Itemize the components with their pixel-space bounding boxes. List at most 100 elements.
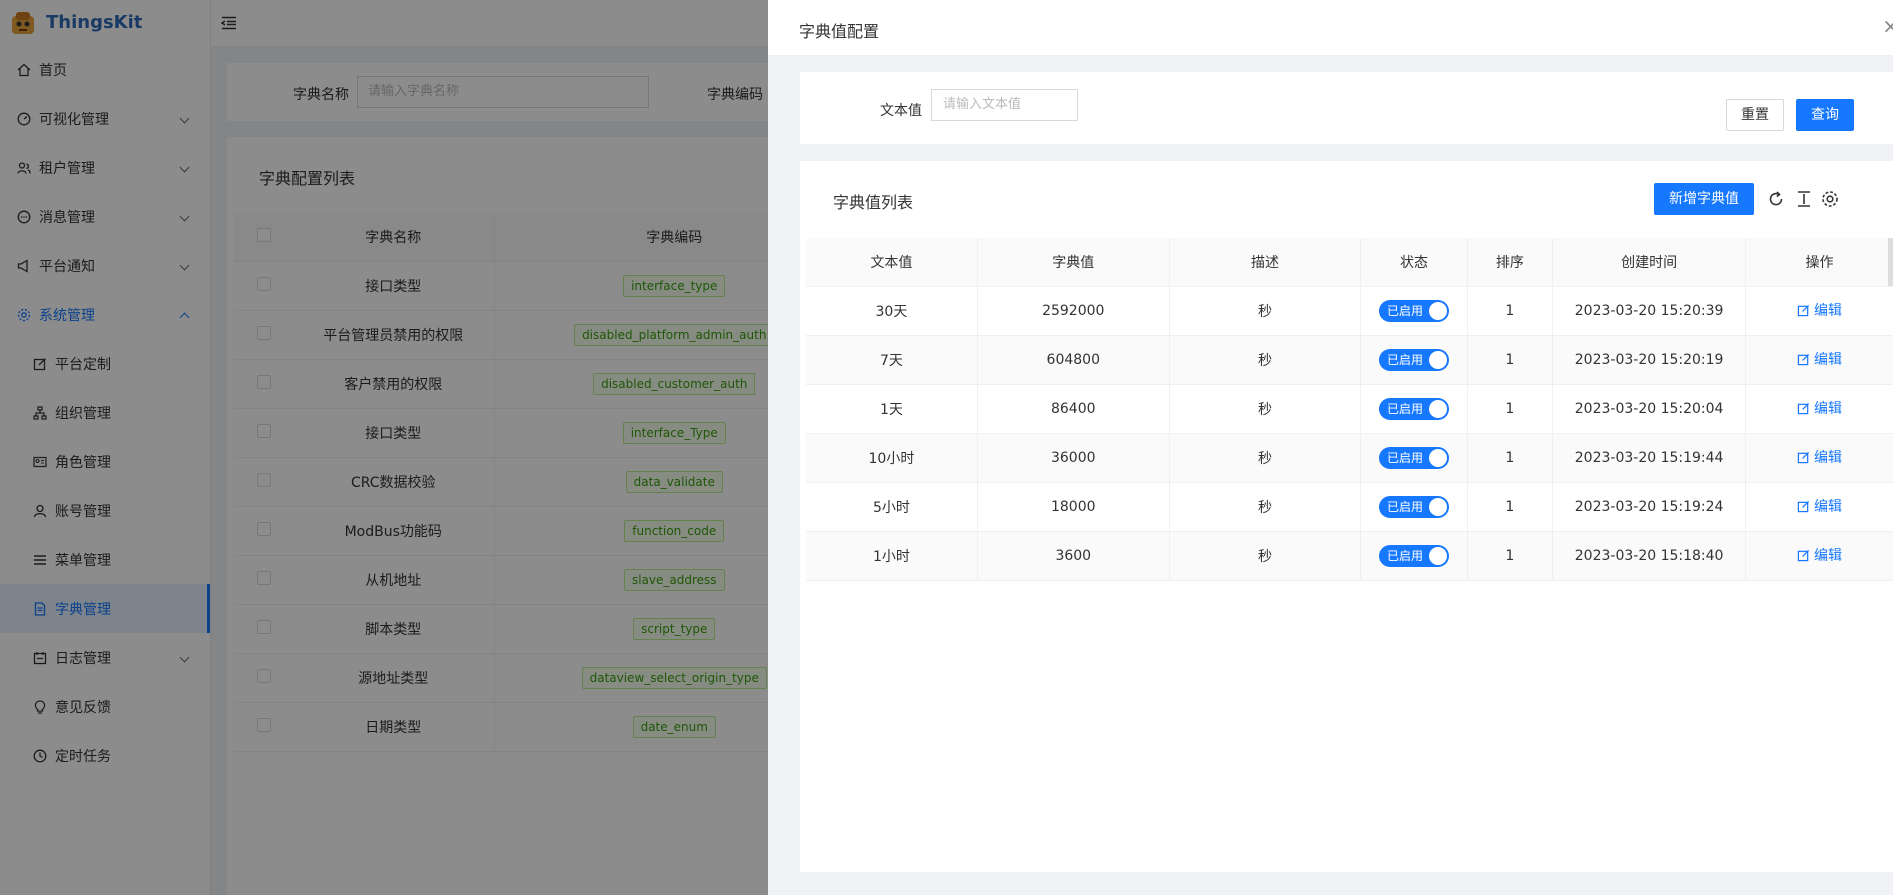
status-switch[interactable]: 已启用	[1378, 544, 1449, 567]
edit-button[interactable]: 编辑	[1797, 496, 1842, 516]
status-label: 已启用	[1386, 304, 1423, 318]
add-dict-value-button[interactable]: 新增字典值	[1654, 183, 1754, 215]
dict-value-cell: 18000	[977, 482, 1170, 532]
edit-button[interactable]: 编辑	[1797, 300, 1842, 320]
action-cell: 编辑	[1745, 384, 1893, 434]
edit-icon	[1797, 500, 1810, 512]
created-time-cell: 2023-03-20 15:18:40	[1552, 531, 1747, 581]
action-cell: 编辑	[1745, 531, 1893, 581]
description-cell: 秒	[1169, 482, 1362, 532]
sort-cell: 1	[1467, 433, 1554, 483]
drawer-header: 字典值配置 ×	[768, 0, 1893, 56]
edit-label: 编辑	[1814, 548, 1842, 565]
text-value-label: 文本值	[880, 103, 922, 119]
column-header[interactable]: 文本值	[806, 238, 978, 287]
table-scrollbar[interactable]	[1888, 238, 1893, 286]
status-cell: 已启用	[1360, 482, 1468, 532]
table-row[interactable]: 1小时 3600 秒 已启用 1 2023-03-20 15:18:40 编辑	[806, 531, 1893, 581]
text-value-input[interactable]: 请输入文本值	[931, 89, 1078, 121]
query-button[interactable]: 查询	[1796, 99, 1854, 131]
column-header[interactable]: 创建时间	[1552, 238, 1747, 287]
status-switch[interactable]: 已启用	[1378, 495, 1449, 518]
created-time-cell: 2023-03-20 15:19:24	[1552, 482, 1747, 532]
switch-knob	[1428, 399, 1447, 418]
edit-label: 编辑	[1814, 450, 1842, 467]
table-row[interactable]: 30天 2592000 秒 已启用 1 2023-03-20 15:20:39 编辑	[806, 286, 1893, 336]
table-row[interactable]: 7天 604800 秒 已启用 1 2023-03-20 15:20:19 编辑	[806, 335, 1893, 385]
edit-label: 编辑	[1814, 352, 1842, 369]
table-row[interactable]: 5小时 18000 秒 已启用 1 2023-03-20 15:19:24 编辑	[806, 482, 1893, 532]
dict-value-drawer: 字典值配置 × 文本值 请输入文本值 重置 查询 字典值列表 新增字典值 文本值…	[768, 0, 1893, 895]
switch-knob	[1428, 301, 1447, 320]
description-cell: 秒	[1169, 286, 1362, 336]
switch-knob	[1428, 546, 1447, 565]
switch-knob	[1428, 448, 1447, 467]
created-time-cell: 2023-03-20 15:20:04	[1552, 384, 1747, 434]
settings-icon[interactable]	[1820, 189, 1840, 209]
status-cell: 已启用	[1360, 433, 1468, 483]
close-icon[interactable]: ×	[1882, 14, 1893, 38]
dict-value-cell: 3600	[977, 531, 1170, 581]
list-title: 字典值列表	[833, 193, 914, 212]
edit-label: 编辑	[1814, 401, 1842, 418]
value-search-panel: 文本值 请输入文本值 重置 查询	[800, 72, 1893, 144]
status-switch[interactable]: 已启用	[1378, 446, 1449, 469]
column-header[interactable]: 字典值	[977, 238, 1170, 287]
created-time-cell: 2023-03-20 15:20:19	[1552, 335, 1747, 385]
column-header[interactable]: 描述	[1169, 238, 1362, 287]
edit-icon	[1797, 353, 1810, 365]
sort-cell: 1	[1467, 335, 1554, 385]
text-value-cell: 30天	[806, 286, 978, 336]
dict-value-cell: 604800	[977, 335, 1170, 385]
edit-button[interactable]: 编辑	[1797, 398, 1842, 418]
edit-button[interactable]: 编辑	[1797, 545, 1842, 565]
description-cell: 秒	[1169, 433, 1362, 483]
sort-cell: 1	[1467, 384, 1554, 434]
created-time-cell: 2023-03-20 15:20:39	[1552, 286, 1747, 336]
status-switch[interactable]: 已启用	[1378, 299, 1449, 322]
action-cell: 编辑	[1745, 433, 1893, 483]
edit-button[interactable]: 编辑	[1797, 447, 1842, 467]
drawer-body: 文本值 请输入文本值 重置 查询 字典值列表 新增字典值 文本值 字典值 描述 …	[784, 72, 1893, 895]
edit-button[interactable]: 编辑	[1797, 349, 1842, 369]
dict-value-cell: 2592000	[977, 286, 1170, 336]
column-height-icon[interactable]	[1794, 189, 1814, 209]
edit-icon	[1797, 402, 1810, 414]
text-value-cell: 10小时	[806, 433, 978, 483]
action-cell: 编辑	[1745, 335, 1893, 385]
column-header[interactable]: 排序	[1467, 238, 1554, 287]
switch-knob	[1428, 350, 1447, 369]
status-switch[interactable]: 已启用	[1378, 348, 1449, 371]
dict-value-table: 文本值 字典值 描述 状态 排序 创建时间 操作 30天 2592000 秒已启用 1…	[806, 238, 1893, 581]
description-cell: 秒	[1169, 531, 1362, 581]
reset-button[interactable]: 重置	[1726, 99, 1784, 131]
dict-value-cell: 36000	[977, 433, 1170, 483]
reload-icon[interactable]	[1766, 189, 1786, 209]
edit-icon	[1797, 549, 1810, 561]
status-label: 已启用	[1386, 353, 1423, 367]
status-cell: 已启用	[1360, 531, 1468, 581]
status-cell: 已启用	[1360, 384, 1468, 434]
column-header[interactable]: 状态	[1360, 238, 1468, 287]
status-label: 已启用	[1386, 402, 1423, 416]
action-cell: 编辑	[1745, 286, 1893, 336]
column-header[interactable]: 操作	[1745, 238, 1893, 287]
status-label: 已启用	[1386, 451, 1423, 465]
edit-label: 编辑	[1814, 303, 1842, 320]
sort-cell: 1	[1467, 531, 1554, 581]
status-label: 已启用	[1386, 549, 1423, 563]
status-label: 已启用	[1386, 500, 1423, 514]
drawer-title: 字典值配置	[799, 22, 880, 41]
table-row[interactable]: 10小时 36000 秒 已启用 1 2023-03-20 15:19:44 编辑	[806, 433, 1893, 483]
edit-icon	[1797, 451, 1810, 463]
action-cell: 编辑	[1745, 482, 1893, 532]
status-switch[interactable]: 已启用	[1378, 397, 1449, 420]
table-row[interactable]: 1天 86400 秒 已启用 1 2023-03-20 15:20:04 编辑	[806, 384, 1893, 434]
text-value-cell: 7天	[806, 335, 978, 385]
status-cell: 已启用	[1360, 335, 1468, 385]
text-value-cell: 1天	[806, 384, 978, 434]
description-cell: 秒	[1169, 384, 1362, 434]
sort-cell: 1	[1467, 286, 1554, 336]
edit-label: 编辑	[1814, 499, 1842, 516]
value-list-panel: 字典值列表 新增字典值 文本值 字典值 描述 状态 排序 创建时间 操作 30天…	[800, 161, 1893, 872]
